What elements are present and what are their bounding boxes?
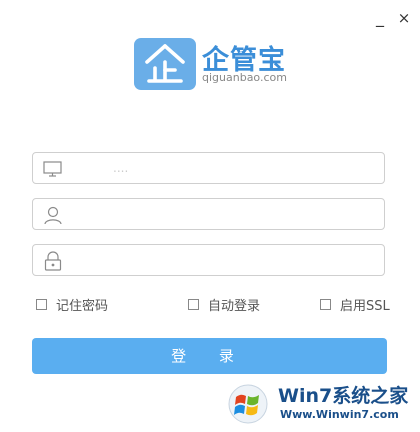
watermark: Win7系统之家 Www.Winwin7.com (222, 380, 418, 428)
user-icon (42, 204, 64, 226)
username-field[interactable] (32, 198, 385, 230)
password-field[interactable] (32, 244, 385, 276)
windows-logo-icon (228, 384, 268, 424)
remember-password-label: 记住密码 (56, 298, 109, 314)
monitor-icon (42, 158, 64, 180)
checkbox-box[interactable] (188, 298, 199, 310)
remember-password-checkbox[interactable]: 记住密码 (36, 296, 109, 314)
login-button[interactable]: 登 录 (32, 338, 387, 374)
lock-icon (42, 250, 64, 272)
close-button[interactable]: × (396, 10, 412, 26)
auto-login-label: 自动登录 (208, 298, 261, 314)
watermark-title: Win7系统之家 (278, 385, 409, 407)
server-input[interactable] (73, 157, 373, 179)
checkbox-box[interactable] (36, 298, 47, 310)
username-input[interactable] (73, 203, 373, 225)
enable-ssl-checkbox[interactable]: 启用SSL (320, 296, 390, 314)
qi-logo-icon (134, 38, 196, 90)
minimize-button[interactable]: _ (372, 10, 388, 26)
server-field[interactable] (32, 152, 385, 184)
checkbox-box[interactable] (320, 298, 331, 310)
auto-login-checkbox[interactable]: 自动登录 (188, 296, 261, 314)
watermark-url: Www.Winwin7.com (280, 408, 399, 421)
logo-domain: qiguanbao.com (202, 71, 287, 84)
password-input[interactable] (73, 249, 373, 271)
enable-ssl-label: 启用SSL (340, 298, 390, 314)
